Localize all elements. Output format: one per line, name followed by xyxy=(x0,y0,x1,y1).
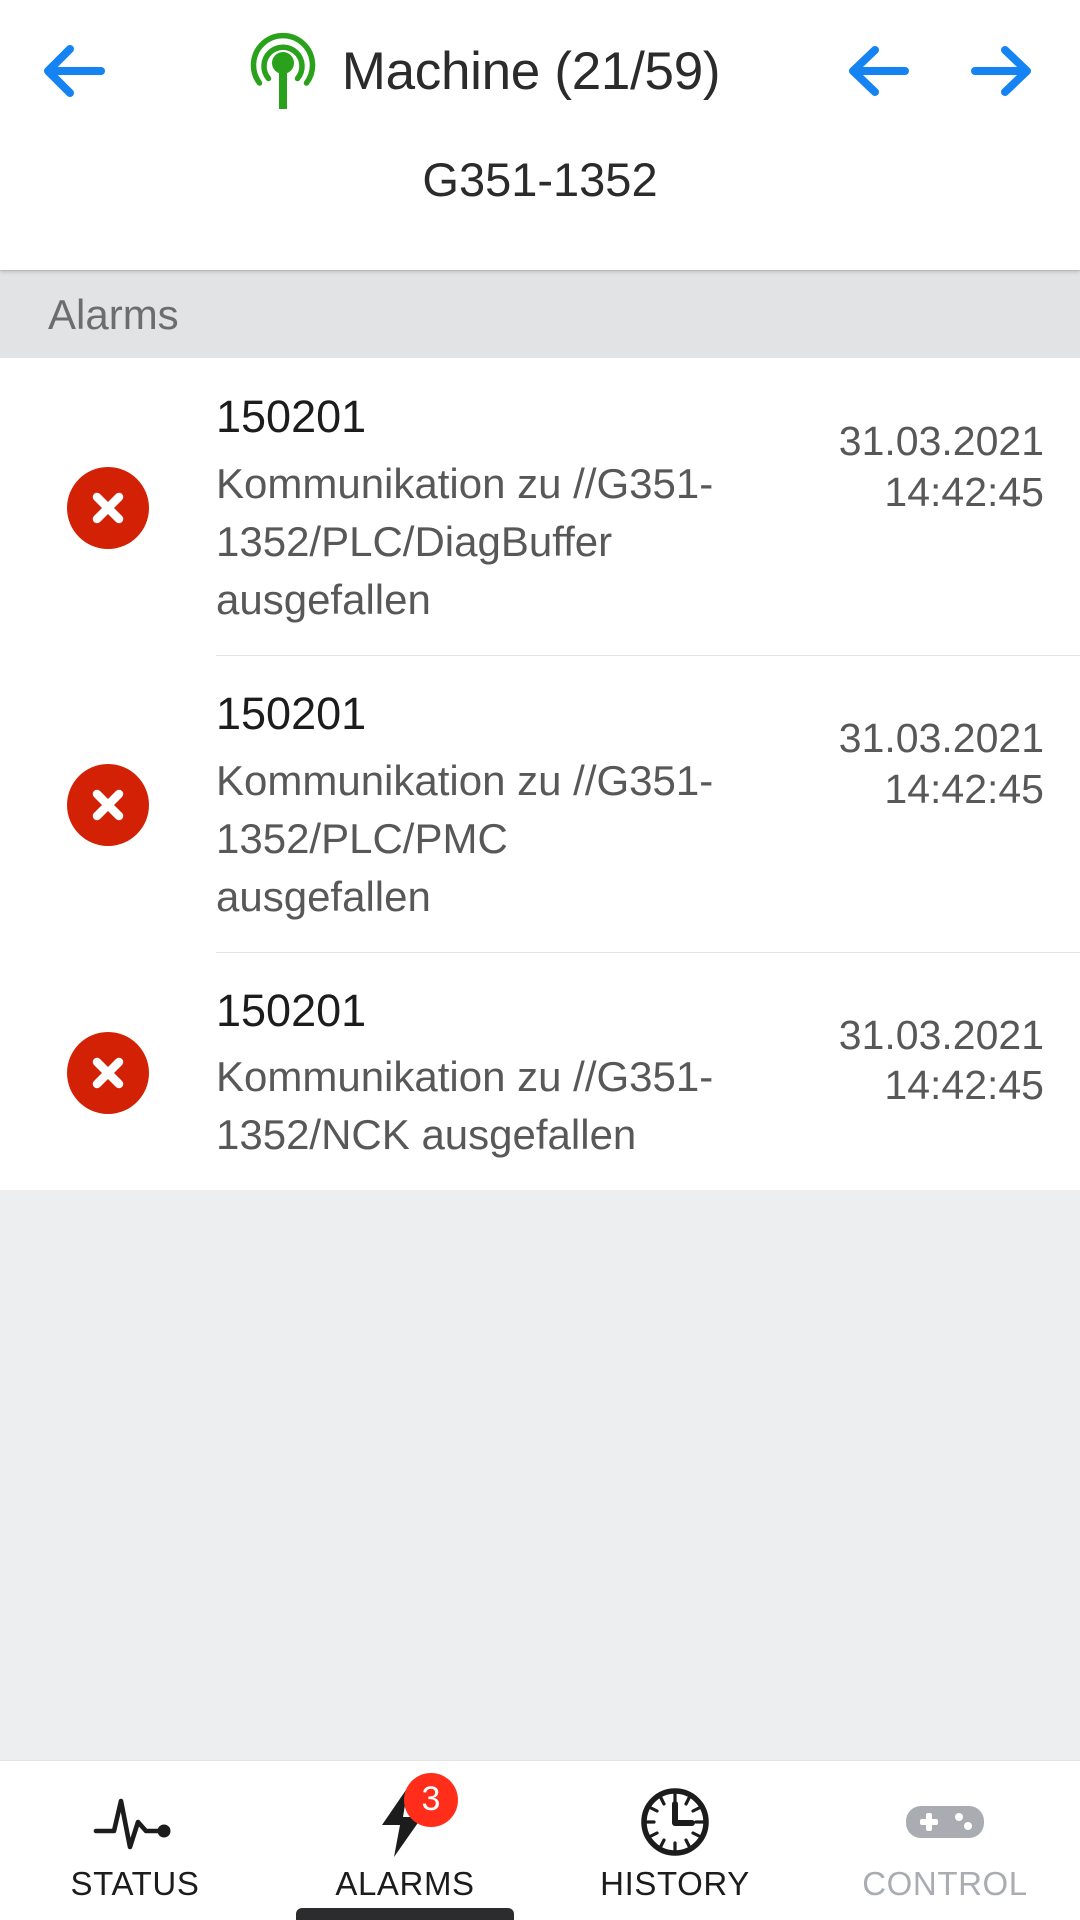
alarm-timestamp: 31.03.2021 14:42:45 xyxy=(829,978,1044,1112)
section-header-alarms: Alarms xyxy=(0,270,1080,358)
tab-control[interactable]: CONTROL xyxy=(810,1761,1080,1920)
alarm-list: 150201 Kommunikation zu //G351-1352/PLC/… xyxy=(0,358,1080,1191)
heartbeat-pulse-icon xyxy=(93,1798,171,1849)
close-x-glyph xyxy=(92,1057,124,1089)
alarm-timestamp: 31.03.2021 14:42:45 xyxy=(829,384,1044,518)
app-screen: Machine (21/59) G351-1352 Alarms 150201 … xyxy=(0,0,1080,1920)
tab-alarms[interactable]: 3 ALARMS xyxy=(270,1761,540,1920)
alarm-code: 150201 xyxy=(216,984,367,1036)
error-circle-x-icon xyxy=(67,764,149,847)
section-header-label: Alarms xyxy=(48,290,179,338)
history-icon-wrap xyxy=(639,1785,711,1859)
table-row[interactable]: 150201 Kommunikation zu //G351-1352/PLC/… xyxy=(0,654,1080,952)
alarm-code: 150201 xyxy=(216,391,367,442)
header-subtitle-row: G351-1352 xyxy=(0,142,1080,270)
alarm-content: 150201 Kommunikation zu //G351-1352/PLC/… xyxy=(216,681,829,926)
empty-content-area xyxy=(0,1190,1080,1760)
antenna-broadcast-icon xyxy=(250,33,315,109)
alarm-message: Kommunikation zu //G351-1352/PLC/DiagBuf… xyxy=(216,459,714,623)
bottom-navigation-bar: STATUS 3 ALARMS HISTORY CONTROL xyxy=(0,1760,1080,1920)
alarm-date: 31.03.2021 xyxy=(838,714,1044,761)
alarm-time-value: 14:42:45 xyxy=(884,1062,1044,1109)
machine-name: G351-1352 xyxy=(422,153,658,206)
arrow-left-icon xyxy=(849,46,909,96)
tab-label: HISTORY xyxy=(600,1864,750,1902)
close-x-glyph xyxy=(92,493,124,524)
alarms-icon-wrap: 3 xyxy=(370,1772,458,1859)
tab-label: ALARMS xyxy=(335,1864,475,1902)
arrow-left-icon xyxy=(44,45,105,97)
tab-status[interactable]: STATUS xyxy=(0,1761,270,1920)
app-header: Machine (21/59) G351-1352 xyxy=(0,0,1080,270)
control-icon-wrap xyxy=(904,1785,986,1859)
table-row[interactable]: 150201 Kommunikation zu //G351-1352/PLC/… xyxy=(0,358,1080,655)
back-button[interactable] xyxy=(26,23,122,119)
header-nav-buttons xyxy=(844,31,1054,111)
header-top-row: Machine (21/59) xyxy=(0,0,1080,142)
alarm-date: 31.03.2021 xyxy=(838,1011,1044,1058)
tab-label: CONTROL xyxy=(862,1864,1028,1902)
alarm-severity-cell xyxy=(0,463,216,550)
alarm-date: 31.03.2021 xyxy=(838,418,1044,464)
alarm-message: Kommunikation zu //G351-1352/PLC/PMC aus… xyxy=(216,756,714,920)
alarm-content: 150201 Kommunikation zu //G351-1352/PLC/… xyxy=(216,384,829,629)
close-x-glyph xyxy=(92,789,124,821)
error-circle-x-icon xyxy=(67,467,149,550)
alarm-severity-cell xyxy=(0,1028,216,1114)
alarm-severity-cell xyxy=(0,760,216,847)
page-title: Machine (21/59) xyxy=(341,41,721,101)
tab-label: STATUS xyxy=(70,1864,200,1902)
gamepad-icon xyxy=(906,1805,984,1838)
next-machine-button[interactable] xyxy=(966,31,1036,111)
active-tab-indicator xyxy=(296,1908,514,1920)
previous-machine-button[interactable] xyxy=(844,31,914,111)
alarm-message: Kommunikation zu //G351-1352/NCK ausgefa… xyxy=(216,1053,714,1159)
error-circle-x-icon xyxy=(67,1031,149,1114)
header-title-group: Machine (21/59) xyxy=(122,31,844,111)
arrow-right-icon xyxy=(971,46,1031,96)
tab-history[interactable]: HISTORY xyxy=(540,1761,810,1920)
alarm-time-value: 14:42:45 xyxy=(884,468,1044,515)
clock-icon xyxy=(641,1787,709,1856)
alarm-code: 150201 xyxy=(216,687,367,739)
alarm-time-value: 14:42:45 xyxy=(884,765,1044,812)
alarm-content: 150201 Kommunikation zu //G351-1352/NCK … xyxy=(216,978,829,1165)
table-row[interactable]: 150201 Kommunikation zu //G351-1352/NCK … xyxy=(0,951,1080,1191)
status-icon-wrap xyxy=(92,1785,178,1859)
alarm-timestamp: 31.03.2021 14:42:45 xyxy=(829,681,1044,815)
alarm-count-badge: 3 xyxy=(404,1772,458,1827)
